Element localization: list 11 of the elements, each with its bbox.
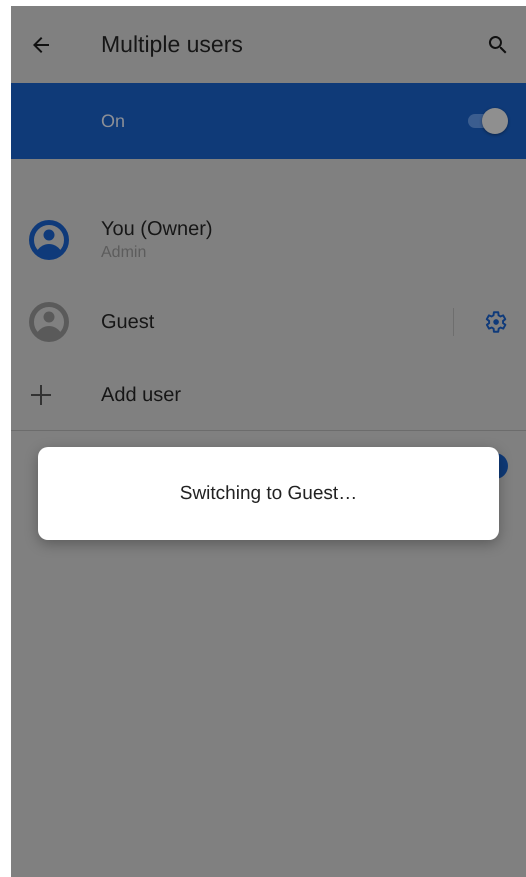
user-avatar-icon — [29, 220, 69, 260]
master-switch-bar[interactable]: On — [11, 83, 526, 159]
switch-label: On — [101, 110, 126, 132]
screen-title: Multiple users — [101, 31, 244, 58]
user-name[interactable]: Add user — [101, 384, 508, 406]
plus-icon — [29, 383, 53, 407]
user-avatar-icon — [29, 302, 69, 342]
toggle-switch[interactable] — [466, 108, 508, 134]
user-name: Guest — [101, 310, 156, 334]
user-name: You (Owner) — [101, 218, 214, 241]
dialog-message: Switching to Guest… — [180, 482, 358, 504]
